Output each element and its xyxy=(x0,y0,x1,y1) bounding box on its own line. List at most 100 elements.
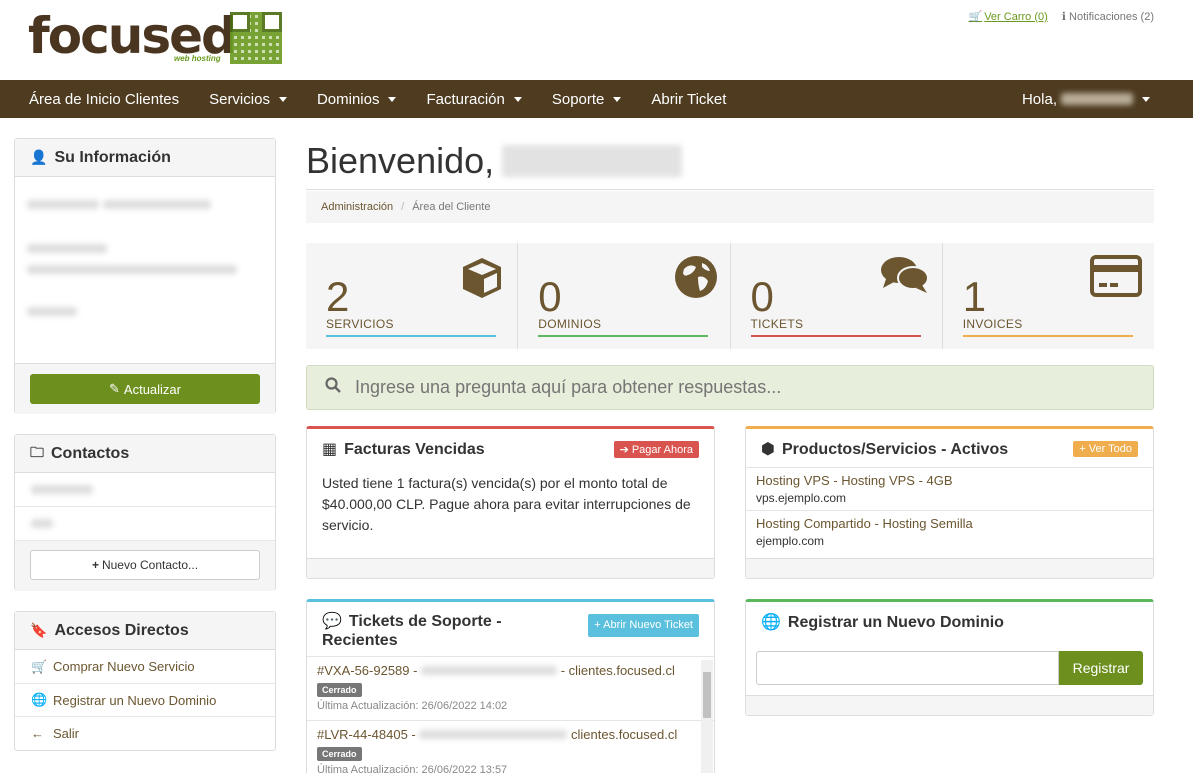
status-badge: Cerrado xyxy=(317,683,362,697)
search-input[interactable] xyxy=(355,377,1055,398)
nav-domains[interactable]: Dominios xyxy=(302,80,412,118)
redacted-text xyxy=(27,200,99,209)
stat-label: DOMINIOS xyxy=(538,317,602,331)
qr-code-icon xyxy=(230,12,282,64)
nav-support[interactable]: Soporte xyxy=(537,80,637,118)
nav-label: Dominios xyxy=(316,90,380,108)
nav-label: Área de Inicio Clientes xyxy=(29,90,180,108)
plus-icon: + xyxy=(1079,443,1089,455)
cube-icon xyxy=(459,255,505,309)
ticket-item[interactable]: #VXA-56-92589 - - clientes.focused.cl Ce… xyxy=(307,656,714,720)
update-button[interactable]: ✎ Actualizar xyxy=(30,374,260,404)
product-item[interactable]: Hosting VPS - Hosting VPS - 4GB vps.ejem… xyxy=(746,467,1153,510)
ticket-dept: clientes.focused.cl xyxy=(571,727,678,742)
domain-search-group: Registrar xyxy=(756,651,1143,685)
nav-services[interactable]: Servicios xyxy=(194,80,302,118)
nav-billing[interactable]: Facturación xyxy=(411,80,536,118)
stat-label: SERVICIOS xyxy=(326,317,394,331)
invoice-message: Usted tiene 1 factura(s) vencida(s) por … xyxy=(322,475,691,533)
cart-icon: 🛒 xyxy=(968,11,983,23)
nav-client-home[interactable]: Área de Inicio Clientes xyxy=(0,80,194,118)
redacted-text xyxy=(27,265,237,274)
comments-icon xyxy=(880,255,930,303)
nav-label: Facturación xyxy=(426,90,505,108)
register-button[interactable]: Registrar xyxy=(1059,651,1143,685)
nav-label: Servicios xyxy=(209,90,270,108)
greeting-label: Hola, xyxy=(1021,90,1057,108)
welcome-text: Bienvenido, xyxy=(306,140,495,181)
shortcut-order-service[interactable]: 🛒 Comprar Nuevo Servicio xyxy=(15,650,275,684)
new-contact-button[interactable]: + Nuevo Contacto... xyxy=(30,550,260,580)
caret-down-icon xyxy=(278,96,287,102)
nav-label: Soporte xyxy=(551,90,605,108)
shortcut-logout[interactable]: ← Salir xyxy=(15,717,275,750)
redacted-info xyxy=(15,177,275,333)
product-item[interactable]: Hosting Compartido - Hosting Semilla eje… xyxy=(746,510,1153,553)
tickets-scrollbar[interactable] xyxy=(701,660,713,773)
recent-tickets-card: 💬 Tickets de Soporte - Recientes + Abrir … xyxy=(306,599,715,773)
stat-tickets[interactable]: 0 TICKETS xyxy=(731,243,943,349)
stat-value: 2 xyxy=(326,273,350,320)
redacted-subject xyxy=(419,730,568,739)
brand-logo[interactable]: focused web hosting xyxy=(28,10,282,66)
product-domain: ejemplo.com xyxy=(756,534,825,548)
plus-icon: + xyxy=(91,558,99,572)
view-all-button[interactable]: + Ver Todo xyxy=(1073,441,1138,457)
user-menu[interactable]: Hola, xyxy=(1022,80,1150,118)
ticket-item[interactable]: #LVR-44-48405 - clientes.focused.cl Cerr… xyxy=(307,720,714,773)
overdue-invoices-card: ▦ Facturas Vencidas ➔ Pagar Ahora Usted t… xyxy=(306,426,715,579)
user-icon: 👤 xyxy=(30,149,48,165)
caret-down-icon xyxy=(388,96,397,102)
contacts-panel-header: 🗀 Contactos xyxy=(15,435,275,473)
breadcrumb-admin[interactable]: Administración xyxy=(321,201,393,213)
ticket-title: #LVR-44-48405 - clientes.focused.cl xyxy=(317,727,704,742)
cube-icon: ⬢ xyxy=(761,441,775,458)
stat-domains[interactable]: 0 DOMINIOS xyxy=(518,243,731,349)
view-cart-link[interactable]: 🛒 Ver Carro (0) xyxy=(968,10,1047,23)
scrollbar-thumb[interactable] xyxy=(703,672,711,718)
button-label: Registrar xyxy=(1072,660,1130,676)
calculator-icon: ▦ xyxy=(322,441,338,458)
knowledgebase-search xyxy=(306,365,1154,410)
active-products-card: ⬢ Productos/Servicios - Activos + Ver Tod… xyxy=(745,426,1154,579)
card-footer xyxy=(746,695,1153,715)
breadcrumb-current: Área del Cliente xyxy=(412,201,491,213)
notifications-link[interactable]: ℹ Notificaciones (2) xyxy=(1062,10,1154,23)
product-title: Hosting VPS - Hosting VPS - 4GB xyxy=(756,473,953,488)
stat-services[interactable]: 2 SERVICIOS xyxy=(306,243,519,349)
register-domain-card: 🌐 Registrar un Nuevo Dominio Registrar xyxy=(745,599,1154,716)
stat-value: 0 xyxy=(538,273,562,320)
info-panel-footer: ✎ Actualizar xyxy=(15,363,275,414)
stat-underline xyxy=(962,335,1133,337)
card-footer xyxy=(307,558,714,578)
shortcut-register-domain[interactable]: 🌐 Registrar un Nuevo Dominio xyxy=(15,684,275,717)
redacted-text xyxy=(102,200,211,209)
contact-item[interactable] xyxy=(15,507,275,541)
notifications-label: Notificaciones (2) xyxy=(1069,11,1154,23)
pay-now-button[interactable]: ➔ Pagar Ahora xyxy=(613,441,699,458)
info-icon: ℹ xyxy=(1061,11,1070,23)
card-header: 🌐 Registrar un Nuevo Dominio xyxy=(746,602,1153,638)
search-icon xyxy=(325,377,341,398)
top-header: focused web hosting 🛒 Ver Carro (0) ℹ Not… xyxy=(0,0,1193,80)
page-title: Bienvenido, xyxy=(306,140,683,182)
stat-invoices[interactable]: 1 INVOICES xyxy=(943,243,1154,349)
button-label: Abrir Nuevo Ticket xyxy=(603,619,693,631)
breadcrumb-separator: / xyxy=(401,201,405,213)
stat-value: 0 xyxy=(750,273,774,320)
stat-label: TICKETS xyxy=(750,317,804,331)
domain-input[interactable] xyxy=(756,651,1059,685)
ticket-title: #VXA-56-92589 - - clientes.focused.cl xyxy=(317,663,704,678)
contacts-panel-footer: + Nuevo Contacto... xyxy=(15,541,275,591)
stat-underline xyxy=(538,335,709,337)
contact-item[interactable] xyxy=(15,473,275,507)
info-panel-header: 👤 Su Información xyxy=(15,139,275,177)
card-title: Productos/Servicios - Activos xyxy=(781,441,1009,458)
caret-down-icon xyxy=(1142,96,1150,102)
shortcut-label: Comprar Nuevo Servicio xyxy=(53,659,195,674)
arrow-left-icon: ← xyxy=(31,726,44,741)
open-new-ticket-button[interactable]: + Abrir Nuevo Ticket xyxy=(588,614,699,637)
button-label: Ver Todo xyxy=(1088,443,1132,455)
caret-down-icon xyxy=(613,96,622,102)
nav-open-ticket[interactable]: Abrir Ticket xyxy=(636,80,741,118)
